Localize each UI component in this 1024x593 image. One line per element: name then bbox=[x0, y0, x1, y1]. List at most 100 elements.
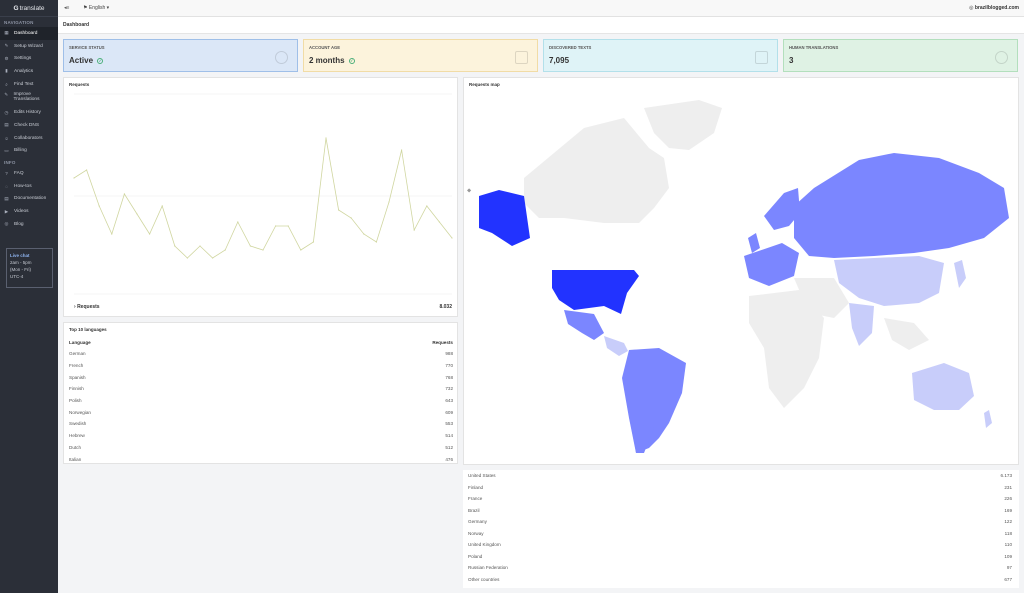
live-chat-box[interactable]: Live chat 2am - 5pm (Mon - Fri) UTC-4 bbox=[6, 248, 53, 288]
requests-point[interactable] bbox=[338, 209, 340, 211]
map-region-alaska[interactable] bbox=[479, 190, 530, 246]
sidebar-item-label: Videos bbox=[14, 209, 29, 215]
sidebar-item-billing[interactable]: ▭ Billing bbox=[0, 145, 58, 158]
requests-point[interactable] bbox=[249, 245, 251, 247]
navigation-section-header: NAVIGATION bbox=[4, 20, 34, 25]
sidebar-item-settings[interactable]: ⚙ Settings bbox=[0, 52, 58, 65]
requests-point[interactable] bbox=[375, 241, 377, 243]
requests-point[interactable] bbox=[287, 225, 289, 227]
table-row: France 226 bbox=[468, 493, 1012, 505]
language-selector[interactable]: ⚑ English ▾ bbox=[83, 5, 109, 11]
app-logo[interactable]: G translate bbox=[0, 0, 58, 17]
sidebar-item-dashboard[interactable]: ▦ Dashboard bbox=[0, 27, 58, 40]
language-column-header: Language bbox=[69, 340, 91, 345]
live-chat-title: Live chat bbox=[10, 253, 30, 258]
requests-point[interactable] bbox=[123, 193, 125, 195]
site-selector[interactable]: ◎ brazilblogged.com bbox=[969, 5, 1019, 11]
gear-icon: ⚙ bbox=[4, 55, 9, 61]
sidebar-item-documentation[interactable]: ▤ Documentation bbox=[0, 193, 58, 206]
map-region-southeast-asia[interactable] bbox=[884, 318, 929, 350]
map-region-australia[interactable] bbox=[912, 363, 974, 410]
map-region-brazil[interactable] bbox=[622, 348, 686, 453]
requests-point[interactable] bbox=[275, 225, 277, 227]
table-row: Polish 643 bbox=[69, 395, 453, 407]
sidebar-item-analytics[interactable]: ▮ Analytics bbox=[0, 65, 58, 78]
requests-point[interactable] bbox=[186, 257, 188, 259]
requests-point[interactable] bbox=[388, 201, 390, 203]
requests-point[interactable] bbox=[451, 237, 453, 239]
question-icon: ? bbox=[5, 171, 8, 177]
requests-point[interactable] bbox=[325, 137, 327, 139]
globe-icon: ⚑ bbox=[83, 5, 88, 11]
sidebar-item-find-text[interactable]: ⌕ Find Text bbox=[0, 78, 58, 91]
map-region-russia[interactable] bbox=[794, 153, 1009, 258]
sidebar-item-faq[interactable]: ? FAQ bbox=[0, 167, 58, 180]
map-region-central-america[interactable] bbox=[604, 336, 628, 356]
requests-point[interactable] bbox=[413, 229, 415, 231]
sidebar-item-edits-history[interactable]: ◷ Edits History bbox=[0, 106, 58, 119]
sidebar-item-check-dns[interactable]: ▤ Check DNS bbox=[0, 119, 58, 132]
topbar: ◂≡ ⚑ English ▾ ◎ brazilblogged.com bbox=[58, 0, 1024, 17]
text-icon bbox=[755, 51, 768, 64]
requests-point[interactable] bbox=[111, 233, 113, 235]
sidebar-item-setup-wizard[interactable]: ✎ Setup Wizard bbox=[0, 40, 58, 53]
country-name: Brazil bbox=[468, 507, 480, 513]
country-requests: 110 bbox=[1004, 542, 1012, 548]
requests-point[interactable] bbox=[136, 213, 138, 215]
requests-point[interactable] bbox=[262, 249, 264, 251]
requests-point[interactable] bbox=[73, 177, 75, 179]
dns-icon: ▤ bbox=[4, 122, 9, 128]
requests-line-chart bbox=[73, 93, 453, 295]
map-region-mexico[interactable] bbox=[564, 310, 604, 340]
sidebar-item-blog[interactable]: ◎ Blog bbox=[0, 218, 58, 231]
map-region-china[interactable] bbox=[834, 256, 944, 306]
requests-column-header: Requests bbox=[432, 340, 453, 345]
requests-point[interactable] bbox=[363, 233, 365, 235]
requests-point[interactable] bbox=[426, 205, 428, 207]
country-requests: 109 bbox=[1004, 553, 1012, 559]
map-region-new-zealand[interactable] bbox=[984, 410, 992, 428]
country-requests: 118 bbox=[1004, 530, 1012, 536]
sidebar-item-videos[interactable]: ▶ Videos bbox=[0, 205, 58, 218]
chart-icon: ▮ bbox=[5, 68, 8, 74]
stat-value: 7,095 bbox=[549, 56, 570, 65]
requests-point[interactable] bbox=[98, 205, 100, 207]
map-region-japan[interactable] bbox=[954, 260, 966, 288]
country-requests: 169 bbox=[1004, 507, 1012, 513]
table-row: United Kingdom 110 bbox=[468, 539, 1012, 551]
requests-legend[interactable]: › Requests bbox=[74, 304, 100, 310]
table-row: Poland 109 bbox=[468, 551, 1012, 563]
table-row: Norwegian 609 bbox=[69, 406, 453, 418]
map-region-africa[interactable] bbox=[749, 290, 824, 408]
sidebar-item-how-tos[interactable]: ◌ How-tos bbox=[0, 180, 58, 193]
requests-point[interactable] bbox=[212, 257, 214, 259]
requests-point[interactable] bbox=[224, 249, 226, 251]
map-region-greenland[interactable] bbox=[644, 100, 722, 150]
requests-point[interactable] bbox=[350, 217, 352, 219]
sidebar-item-collaborators[interactable]: ☺ Collaborators bbox=[0, 132, 58, 145]
sidebar-toggle-icon[interactable]: ◂≡ bbox=[64, 5, 70, 11]
requests-point[interactable] bbox=[237, 221, 239, 223]
sidebar-item-label: How-tos bbox=[14, 183, 32, 189]
billing-icon: ▭ bbox=[4, 147, 9, 153]
stat-value: Active bbox=[69, 56, 94, 65]
map-region-usa[interactable] bbox=[552, 270, 639, 314]
map-region-canada[interactable] bbox=[524, 118, 669, 223]
sidebar-item-label: Collaborators bbox=[14, 135, 43, 141]
zoom-control[interactable]: ⬥ bbox=[467, 188, 471, 195]
site-name: brazilblogged.com bbox=[974, 5, 1019, 11]
requests-point[interactable] bbox=[312, 241, 314, 243]
requests-point[interactable] bbox=[300, 249, 302, 251]
sidebar-item-improve-translations[interactable]: ✎ Improve Translations bbox=[0, 90, 58, 106]
pencil-icon: ✎ bbox=[4, 92, 9, 98]
requests-point[interactable] bbox=[174, 245, 176, 247]
requests-point[interactable] bbox=[149, 233, 151, 235]
map-region-india[interactable] bbox=[849, 303, 874, 346]
requests-point[interactable] bbox=[161, 205, 163, 207]
site-icon: ◎ bbox=[969, 5, 974, 11]
map-region-uk[interactable] bbox=[748, 233, 760, 253]
requests-point[interactable] bbox=[86, 169, 88, 171]
requests-point[interactable] bbox=[401, 149, 403, 151]
requests-point[interactable] bbox=[438, 221, 440, 223]
requests-point[interactable] bbox=[199, 245, 201, 247]
